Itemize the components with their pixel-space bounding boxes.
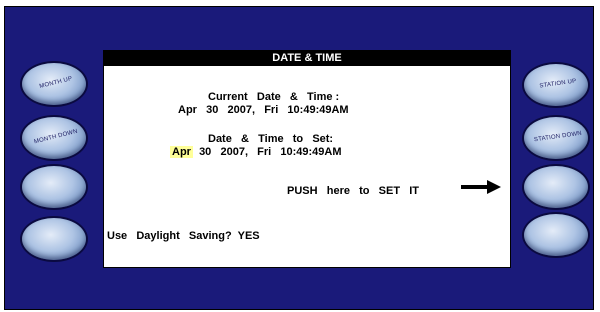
right-button-4[interactable]: [522, 212, 590, 258]
screen-title: DATE & TIME: [104, 51, 510, 66]
left-button-4-label: [31, 229, 81, 242]
current-date-time-label: Current Date & Time :: [208, 91, 340, 103]
daylight-saving-text: Use Daylight Saving? YES: [107, 230, 260, 242]
set-date-time-label: Date & Time to Set:: [208, 133, 334, 145]
left-button-4[interactable]: [20, 216, 88, 262]
set-date-time-value: 30 2007, Fri 10:49:49AM: [192, 146, 342, 158]
month-down-button[interactable]: MONTH DOWN: [20, 115, 88, 161]
set-it-button[interactable]: [522, 164, 590, 210]
station-up-label: STATION UP: [539, 78, 577, 90]
month-up-button[interactable]: MONTH UP: [20, 61, 88, 107]
station-down-label: STATION DOWN: [533, 130, 583, 144]
month-down-label: MONTH DOWN: [33, 128, 79, 146]
current-date-time-value: Apr 30 2007, Fri 10:49:49AM: [178, 104, 349, 116]
set-it-button-label: [532, 179, 583, 186]
month-up-label: MONTH UP: [38, 76, 74, 90]
left-button-3[interactable]: [20, 164, 88, 210]
station-down-button[interactable]: STATION DOWN: [522, 115, 590, 161]
station-up-button[interactable]: STATION UP: [522, 62, 590, 108]
date-time-screen: DATE & TIME Current Date & Time : Apr 30…: [103, 50, 511, 268]
left-button-3-label: [31, 177, 81, 190]
right-arrow-icon: [461, 180, 501, 194]
right-button-4-label: [532, 227, 583, 234]
set-month-field[interactable]: Apr: [170, 146, 193, 158]
push-to-set-text: PUSH here to SET IT: [287, 185, 420, 197]
set-date-time-row: Apr 30 2007, Fri 10:49:49AM: [170, 146, 342, 158]
